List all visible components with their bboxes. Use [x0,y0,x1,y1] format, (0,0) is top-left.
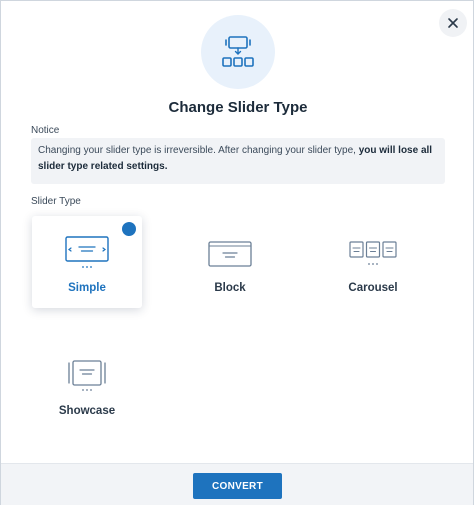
dialog-title: Change Slider Type [168,99,308,116]
block-slider-icon [208,241,252,267]
change-slider-type-dialog: Change Slider Type Notice Changing your … [0,0,474,505]
slider-option-block[interactable]: Block [175,216,285,308]
slider-option-label: Simple [68,282,106,294]
simple-slider-icon [65,236,109,268]
slider-option-label: Block [214,282,246,294]
dialog-footer: CONVERT [1,463,473,505]
close-button[interactable] [439,9,467,37]
notice-label: Notice [31,125,60,136]
close-icon [448,18,458,28]
slider-option-simple[interactable]: Simple [32,216,142,308]
notice-text: Changing your slider type is irreversibl… [38,145,359,156]
hero-icon-circle [201,15,275,89]
convert-button[interactable]: CONVERT [193,473,282,499]
carousel-slider-icon [349,241,397,265]
slider-type-label: Slider Type [31,196,81,207]
slider-option-label: Carousel [348,282,398,294]
slider-option-showcase[interactable]: Showcase [32,339,142,431]
selected-check-icon [122,222,136,247]
slider-option-label: Showcase [58,405,116,417]
slider-hierarchy-icon [222,36,254,67]
showcase-slider-icon [68,360,106,391]
notice-box: Changing your slider type is irreversibl… [31,138,445,184]
slider-option-carousel[interactable]: Carousel [318,216,428,308]
